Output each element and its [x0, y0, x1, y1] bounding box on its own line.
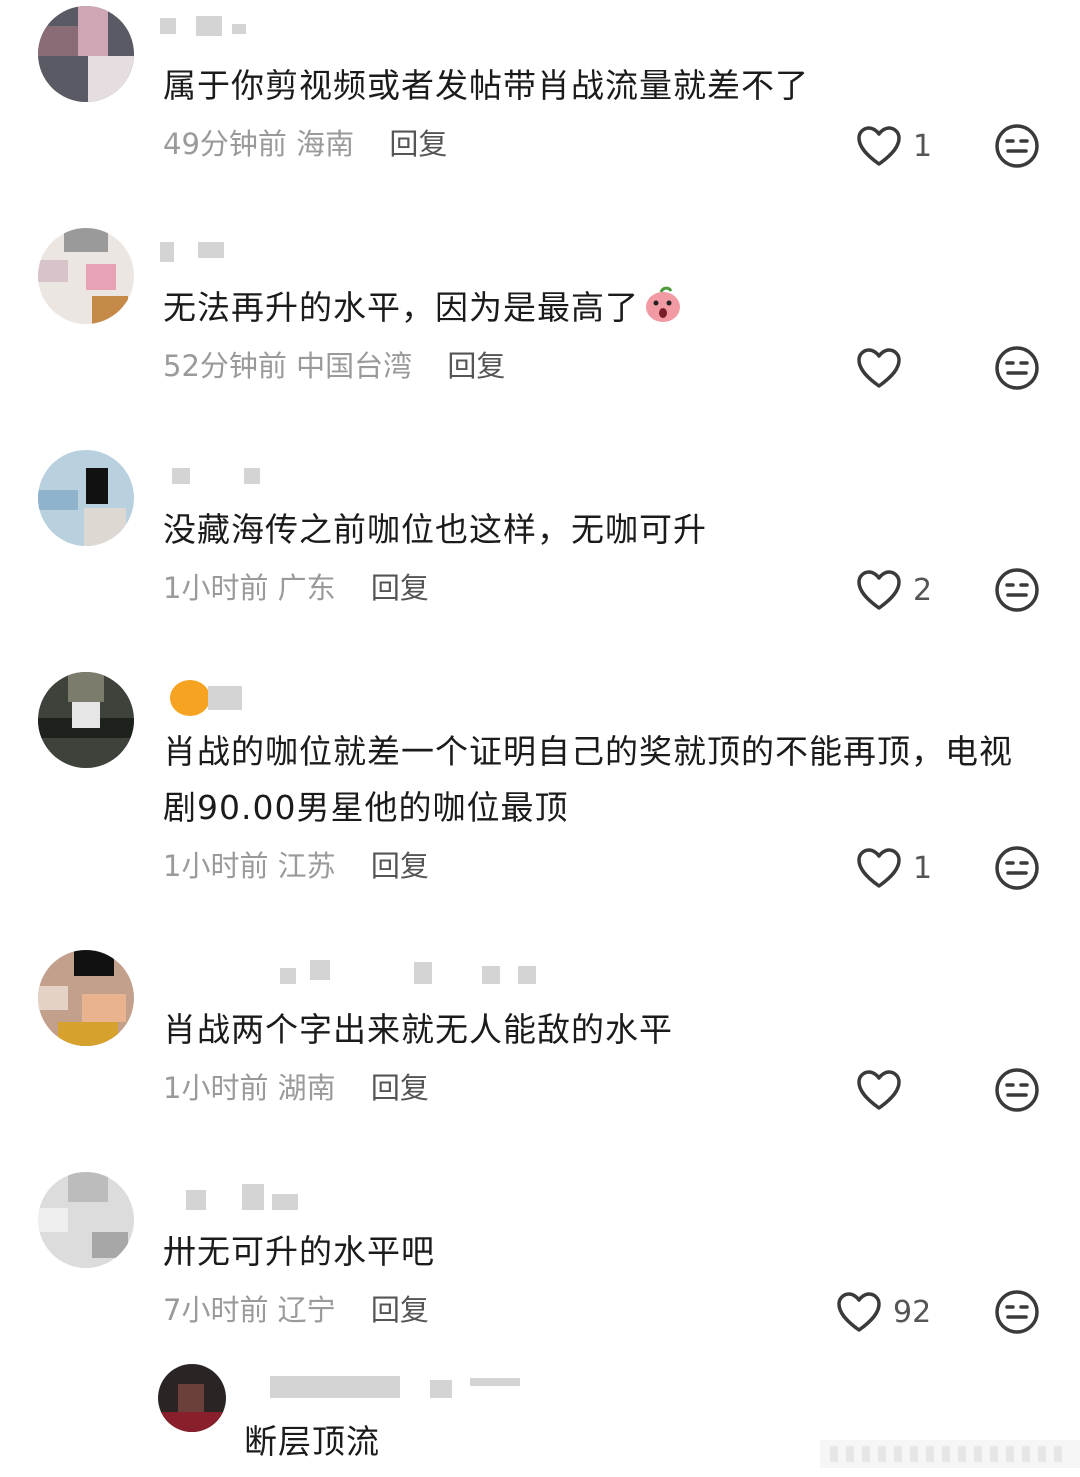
like-count: 1: [913, 128, 933, 164]
comment-meta: 52分钟前 中国台湾 回复: [163, 346, 505, 386]
like-button[interactable]: 2: [855, 566, 932, 614]
username-blurred[interactable]: [160, 676, 280, 716]
username-blurred[interactable]: [160, 232, 280, 262]
like-count: 92: [893, 1294, 932, 1330]
reply-button[interactable]: 回复: [371, 1293, 429, 1327]
like-button[interactable]: 1: [855, 122, 932, 170]
comment-text: 肖战两个字出来就无人能敌的水平: [163, 1010, 673, 1049]
comment-time: 1小时前: [163, 571, 269, 605]
comment-meta: 1小时前 湖南 回复: [163, 1068, 429, 1108]
react-button[interactable]: [993, 344, 1041, 392]
react-button[interactable]: [993, 566, 1041, 614]
neutral-face-icon: [995, 846, 1039, 890]
comment-text: 肖战的咖位就差一个证明自己的奖就顶的不能再顶，电视剧90.00男星他的咖位最顶: [163, 732, 1013, 827]
avatar[interactable]: [38, 950, 134, 1046]
heart-outline-icon: [857, 126, 901, 166]
comment-meta: 1小时前 江苏 回复: [163, 846, 429, 886]
like-button[interactable]: 92: [835, 1288, 931, 1336]
react-button[interactable]: [993, 1288, 1041, 1336]
react-button[interactable]: [993, 122, 1041, 170]
neutral-face-icon: [995, 1068, 1039, 1112]
heart-outline-icon: [837, 1292, 881, 1332]
comment-item: 肖战的咖位就差一个证明自己的奖就顶的不能再顶，电视剧90.00男星他的咖位最顶 …: [0, 666, 1080, 942]
avatar[interactable]: [38, 450, 134, 546]
comment-item: 没藏海传之前咖位也这样，无咖可升 1小时前 广东 回复 2: [0, 444, 1080, 666]
neutral-face-icon: [995, 1290, 1039, 1334]
comment-time: 1小时前: [163, 849, 269, 883]
reply-button[interactable]: 回复: [447, 349, 505, 383]
username-blurred[interactable]: [270, 1368, 530, 1398]
like-count: 2: [913, 572, 933, 608]
comment-time: 7小时前: [163, 1293, 269, 1327]
comment-text: 没藏海传之前咖位也这样，无咖可升: [163, 510, 707, 549]
comment-text: 无法再升的水平，因为是最高了: [163, 280, 1043, 336]
heart-outline-icon: [857, 1070, 901, 1110]
comment-location: 中国台湾: [296, 349, 413, 383]
comment-time: 49分钟前: [163, 127, 287, 161]
comment-item: 无法再升的水平，因为是最高了 52分钟前 中国台湾 回复: [0, 222, 1080, 444]
comment-location: 辽宁: [277, 1293, 336, 1327]
like-count: 1: [913, 850, 933, 886]
comment-item: 属于你剪视频或者发帖带肖战流量就差不了 49分钟前 海南 回复 1: [0, 0, 1080, 222]
avatar[interactable]: [38, 6, 134, 102]
heart-outline-icon: [857, 348, 901, 388]
neutral-face-icon: [995, 568, 1039, 612]
neutral-face-icon: [995, 124, 1039, 168]
comment-text: 属于你剪视频或者发帖带肖战流量就差不了: [163, 66, 809, 105]
like-button[interactable]: [855, 344, 913, 392]
blush-emoji-icon: [646, 286, 680, 322]
avatar[interactable]: [158, 1364, 226, 1432]
username-blurred[interactable]: [160, 1176, 320, 1210]
username-blurred[interactable]: [160, 454, 280, 484]
avatar[interactable]: [38, 1172, 134, 1268]
reply-button[interactable]: 回复: [371, 571, 429, 605]
reply-button[interactable]: 回复: [389, 127, 447, 161]
comment-text: 卅无可升的水平吧: [163, 1232, 435, 1271]
heart-outline-icon: [857, 570, 901, 610]
like-button[interactable]: 1: [855, 844, 932, 892]
comment-item: 肖战两个字出来就无人能敌的水平 1小时前 湖南 回复: [0, 944, 1080, 1166]
avatar[interactable]: [38, 672, 134, 768]
reply-button[interactable]: 回复: [371, 849, 429, 883]
comment-meta: 1小时前 广东 回复: [163, 568, 429, 608]
avatar[interactable]: [38, 228, 134, 324]
neutral-face-icon: [995, 346, 1039, 390]
comment-meta: 7小时前 辽宁 回复: [163, 1290, 429, 1330]
comment-location: 海南: [296, 127, 355, 161]
react-button[interactable]: [993, 844, 1041, 892]
comment-location: 湖南: [277, 1071, 336, 1105]
watermark: [820, 1440, 1080, 1468]
comment-time: 1小时前: [163, 1071, 269, 1105]
react-button[interactable]: [993, 1066, 1041, 1114]
comment-location: 广东: [277, 571, 336, 605]
comment-time: 52分钟前: [163, 349, 287, 383]
like-button[interactable]: [855, 1066, 913, 1114]
reply-button[interactable]: 回复: [371, 1071, 429, 1105]
heart-outline-icon: [857, 848, 901, 888]
comment-item: 卅无可升的水平吧 7小时前 辽宁 回复 92: [0, 1166, 1080, 1356]
comment-meta: 49分钟前 海南 回复: [163, 124, 447, 164]
comment-location: 江苏: [277, 849, 336, 883]
username-blurred[interactable]: [160, 954, 560, 984]
username-blurred[interactable]: [160, 10, 280, 40]
